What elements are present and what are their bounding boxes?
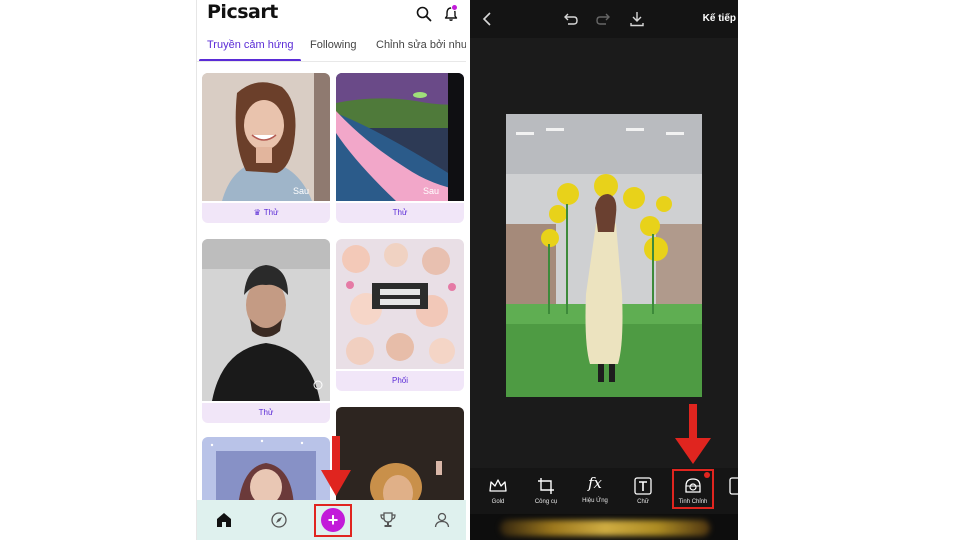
compass-icon[interactable]	[270, 511, 288, 529]
tool-label: Chữ	[637, 499, 649, 505]
create-plus-button[interactable]: +	[321, 508, 345, 532]
feed-card[interactable]: Sau ♛ Thử	[202, 73, 330, 223]
crop-icon	[538, 478, 554, 494]
feed-card[interactable]: Phối	[336, 239, 464, 391]
crown-icon	[489, 479, 507, 492]
tab-edited-by[interactable]: Chỉnh sửa bởi như	[376, 39, 466, 51]
feed-card[interactable]	[336, 407, 464, 500]
card-photo-portrait-sparkle	[202, 437, 330, 500]
feed-card[interactable]: Sau Thử	[336, 73, 464, 223]
tool-tools[interactable]: Công cụ	[526, 474, 566, 514]
next-button[interactable]: Kế tiếp	[703, 13, 736, 24]
download-icon[interactable]	[629, 11, 645, 27]
app-header: Picsart	[197, 0, 466, 30]
blurred-preview	[500, 520, 710, 536]
home-icon[interactable]	[215, 511, 233, 529]
fx-icon: fx	[587, 474, 602, 492]
preview-strip	[470, 514, 738, 540]
after-badge: Sau	[293, 186, 310, 196]
tool-effects[interactable]: fx Hiệu Ứng	[575, 474, 615, 514]
tab-inspiration[interactable]: Truyền cảm hứng	[207, 39, 293, 51]
notification-dot	[451, 4, 458, 11]
crown-icon: ♛	[253, 208, 261, 217]
trophy-icon[interactable]	[379, 511, 397, 529]
undo-icon[interactable]	[562, 11, 578, 27]
editor-top-bar: Kế tiếp	[470, 0, 738, 38]
red-arrow-indicator	[675, 404, 711, 464]
feed-tabs: Truyền cảm hứng Following Chỉnh sửa bởi …	[197, 30, 466, 62]
tool-more[interactable]	[724, 474, 738, 514]
card-photo-pink-beach	[336, 73, 464, 201]
card-photo-woman-smiling	[202, 73, 330, 201]
card-try-label[interactable]: Thử	[202, 403, 330, 423]
redo-icon[interactable]	[596, 11, 612, 27]
active-tab-indicator	[199, 59, 301, 61]
tool-gold[interactable]: Gold	[478, 474, 518, 514]
inspiration-feed[interactable]: Sau ♛ Thử Sau Thử Thử Phối	[197, 63, 466, 500]
card-try-label[interactable]: Thử	[336, 203, 464, 223]
new-badge-dot	[704, 472, 710, 478]
card-try-label[interactable]: ♛ Thử	[202, 203, 330, 223]
partial-tool-icon	[729, 477, 738, 495]
card-photo-man-beanie	[202, 239, 330, 401]
tool-label: Công cụ	[534, 499, 558, 505]
tool-label: Hiệu Ứng	[582, 498, 608, 504]
card-label-text: Thử	[263, 208, 279, 217]
search-icon[interactable]	[416, 6, 432, 22]
edited-photo	[506, 114, 702, 397]
back-icon[interactable]	[480, 11, 496, 27]
red-arrow-indicator	[321, 436, 351, 496]
picsart-home-screen: Picsart Truyền cảm hứng Following Chỉnh …	[196, 0, 466, 540]
profile-icon[interactable]	[433, 511, 451, 529]
feed-card[interactable]	[202, 437, 330, 500]
tool-text[interactable]: Chữ	[623, 474, 663, 514]
card-remix-label[interactable]: Phối	[336, 371, 464, 391]
after-badge: Sau	[423, 186, 440, 196]
picsart-logo: Picsart	[207, 1, 278, 23]
tutorial-screenshot: Picsart Truyền cảm hứng Following Chỉnh …	[0, 0, 960, 540]
card-photo-collage	[336, 239, 464, 369]
feed-card[interactable]: Thử	[202, 239, 330, 423]
tool-label: Gold	[491, 499, 505, 505]
bottom-navigation: +	[197, 500, 466, 540]
picsart-editor-screen: Kế tiếp Gold Công cụ fx Hiệu Ứng Chữ Tin…	[470, 0, 738, 540]
card-photo-dark-portrait	[336, 407, 464, 500]
text-icon	[634, 477, 652, 495]
tab-following[interactable]: Following	[310, 39, 356, 51]
